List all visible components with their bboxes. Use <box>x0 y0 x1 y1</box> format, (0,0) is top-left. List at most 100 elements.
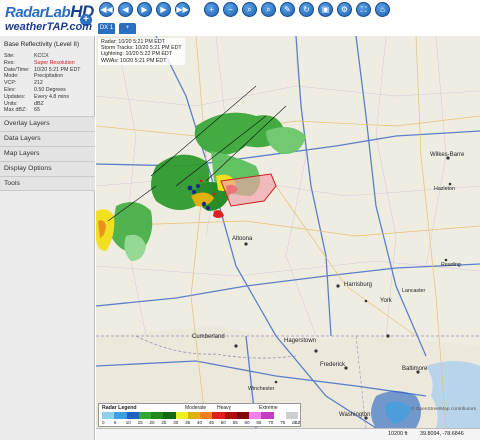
city-label-frederick: Frederick <box>320 362 346 368</box>
info-key: Res: <box>4 59 15 66</box>
step-forward-button[interactable]: ▶ <box>156 2 171 17</box>
legend-ticks: 0 5 10 15 20 25 30 35 40 45 50 55 60 65 70 75 dBZ <box>102 420 301 427</box>
zoom-in-button[interactable]: + <box>204 2 219 17</box>
info-value: dBZ <box>34 100 44 107</box>
info-value: KCCX <box>34 53 49 59</box>
save-button[interactable]: ▣ <box>318 2 333 17</box>
info-row: Elev: 0.50 Degrees <box>4 87 94 94</box>
info-value: 212 <box>34 80 43 87</box>
city-label-hazleton: Hazleton <box>434 186 455 192</box>
edit-button[interactable]: ✎ <box>280 2 295 17</box>
settings-button[interactable]: ⚙ <box>337 2 352 17</box>
radar-map[interactable]: Radar: 10/20 5:21 PM EDT Storm Tracks: 10… <box>96 36 480 428</box>
legend-swatch <box>200 412 213 419</box>
status-bar: 10200 ft 39.8094, -78.6846 <box>96 428 480 440</box>
menu-item-display-options[interactable]: Display Options <box>0 161 95 176</box>
info-row: Site: KCCX <box>4 53 94 60</box>
skip-forward-icon: ▶▶ <box>176 5 189 14</box>
legend-tick-label: 50 <box>220 420 226 425</box>
info-key: Date/Time: <box>4 66 30 73</box>
zoom-out-button[interactable]: − <box>223 2 238 17</box>
legend-swatch <box>249 412 262 419</box>
legend-swatch <box>261 412 274 419</box>
legend-tick-label: 55 <box>232 420 238 425</box>
play-button[interactable]: ▶ <box>137 2 152 17</box>
info-key: Max dBZ: <box>4 107 27 114</box>
legend-tick-label: 0 <box>102 420 105 425</box>
legend-cat-extreme: Extreme <box>259 405 278 411</box>
legend-tick-label: 15 <box>137 420 143 425</box>
refresh-button[interactable]: ↻ <box>299 2 314 17</box>
info-key: Site: <box>4 53 15 59</box>
legend-title: Radar Legend <box>102 405 137 411</box>
zoom-tool-icon: ⌕ <box>247 5 252 14</box>
zoom-reset-button[interactable]: ⌕ <box>261 2 276 17</box>
info-row: Max dBZ: 65 <box>4 107 94 114</box>
legend-tick-label: 20 <box>149 420 155 425</box>
legend-swatch <box>138 412 151 419</box>
menu-item-overlay-layers[interactable]: Overlay Layers <box>0 116 95 131</box>
home-button[interactable]: ⌂ <box>375 2 390 17</box>
status-altitude: 10200 ft <box>388 431 408 437</box>
add-tab-button[interactable]: + <box>119 23 136 34</box>
city-label-cumberland: Cumberland <box>192 334 225 340</box>
legend-tick-label: 25 <box>161 420 167 425</box>
info-key: Updates: <box>4 93 26 100</box>
city-label-lancaster: Lancaster <box>402 288 426 294</box>
info-key: Elev: <box>4 86 16 93</box>
legend-swatch <box>285 412 298 419</box>
edit-icon: ✎ <box>284 5 291 14</box>
zoom-reset-icon: ⌕ <box>266 5 271 14</box>
step-back-button[interactable]: ◀ <box>118 2 133 17</box>
info-row: Updates: Every 4.8 mins <box>4 94 94 101</box>
info-key: VCP: <box>4 80 17 87</box>
legend-color-scale <box>102 412 298 419</box>
city-label-hagerstown: Hagerstown <box>284 338 317 344</box>
sidebar-menu: Overlay Layers Data Layers Map Layers Displ… <box>0 116 95 191</box>
city-label-washington: Washington <box>339 412 371 418</box>
settings-icon: ⚙ <box>340 5 349 14</box>
legend-tick-label: 75 <box>280 420 286 425</box>
skip-forward-button[interactable]: ▶▶ <box>175 2 190 17</box>
legend-tick-label: dBZ <box>292 420 301 425</box>
legend-tick-label: 70 <box>268 420 274 425</box>
info-value: 0.50 Degrees <box>34 86 66 93</box>
menu-item-map-layers[interactable]: Map Layers <box>0 146 95 161</box>
city-label-reading: Reading <box>441 262 461 268</box>
info-key: Mode: <box>4 73 19 80</box>
city-label-wilkes-barre: Wilkes-Barre <box>430 152 465 158</box>
city-label-altoona: Altoona <box>232 236 253 242</box>
skip-back-icon: ◀◀ <box>100 5 113 14</box>
legend-tick-label: 60 <box>244 420 250 425</box>
status-coordinates: 39.8094, -78.6846 <box>420 431 464 437</box>
map-attribution[interactable]: © OpenStreetMap contributors <box>411 407 476 412</box>
menu-item-tools[interactable]: Tools <box>0 176 95 191</box>
step-back-icon: ◀ <box>122 5 129 14</box>
overlay-timestamps: Radar: 10/20 5:21 PM EDT Storm Tracks: 10… <box>98 38 185 65</box>
legend-cat-moderate: Moderate <box>185 405 207 411</box>
skip-back-button[interactable]: ◀◀ <box>99 2 114 17</box>
legend-swatch <box>212 412 225 419</box>
legend-swatch <box>114 412 127 419</box>
info-row: Res: Super Resolution <box>4 60 94 67</box>
fullscreen-icon: ⛶ <box>360 5 367 14</box>
legend-swatch <box>151 412 164 419</box>
info-key: Units: <box>4 100 18 107</box>
legend-swatch <box>175 412 188 419</box>
info-row: VCP: 212 <box>4 80 94 87</box>
zoom-tool-button[interactable]: ⌕ <box>242 2 257 17</box>
logo: RadarLabHD + weatherTAP.com <box>0 0 96 36</box>
legend-tick-label: 35 <box>185 420 191 425</box>
legend-swatch <box>224 412 237 419</box>
menu-item-data-layers[interactable]: Data Layers <box>0 131 95 146</box>
overlay-timestamp-line: Lightning: 10/20 5:22 PM EDT <box>101 51 172 58</box>
sidebar: Base Reflectivity (Level II) Site: KCCX Re… <box>0 36 95 440</box>
tab-dx1[interactable]: DX 1 <box>98 23 115 34</box>
legend-cat-heavy: Heavy <box>217 405 232 411</box>
fullscreen-button[interactable]: ⛶ <box>356 2 371 17</box>
info-row: Date/Time: 10/20 5:21 PM EDT <box>4 67 94 74</box>
save-icon: ▣ <box>321 5 330 14</box>
logo-site: weatherTAP.com <box>5 21 93 33</box>
legend-tick-label: 45 <box>208 420 214 425</box>
legend-swatch <box>236 412 249 419</box>
